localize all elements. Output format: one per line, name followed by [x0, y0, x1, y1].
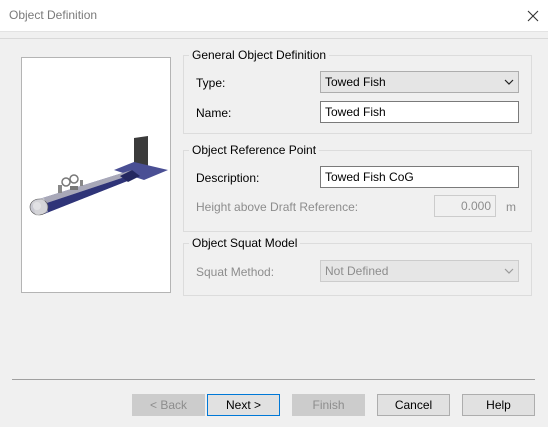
- type-value: Towed Fish: [325, 75, 386, 89]
- chevron-down-icon: [504, 79, 514, 85]
- height-label: Height above Draft Reference:: [196, 200, 359, 214]
- general-group-title: General Object Definition: [189, 48, 330, 62]
- description-label: Description:: [196, 171, 260, 185]
- frame-line: [0, 38, 548, 39]
- chevron-down-icon: [504, 268, 514, 274]
- cancel-button[interactable]: Cancel: [377, 394, 450, 416]
- close-button[interactable]: [518, 0, 548, 31]
- towed-fish-illustration: [29, 136, 168, 216]
- name-label: Name:: [196, 106, 232, 120]
- name-input[interactable]: Towed Fish: [320, 101, 519, 123]
- height-unit: m: [506, 200, 516, 214]
- description-input[interactable]: Towed Fish CoG: [320, 166, 519, 188]
- title-bar: Object Definition: [0, 0, 548, 32]
- help-button[interactable]: Help: [462, 394, 535, 416]
- squat-method-value: Not Defined: [325, 264, 389, 278]
- squat-method-dropdown: Not Defined: [320, 260, 519, 282]
- height-input: 0.000: [434, 195, 496, 217]
- finish-button: Finish: [292, 394, 365, 416]
- squat-method-label: Squat Method:: [196, 265, 275, 279]
- back-button: < Back: [132, 394, 205, 416]
- object-reference-point-group: Object Reference Point: [183, 143, 532, 232]
- reference-group-title: Object Reference Point: [189, 143, 320, 157]
- button-separator: [12, 379, 535, 380]
- window-title: Object Definition: [9, 8, 98, 22]
- squat-group-title: Object Squat Model: [189, 236, 301, 250]
- next-button[interactable]: Next >: [207, 394, 280, 416]
- type-label: Type:: [196, 76, 226, 90]
- close-icon: [527, 10, 539, 21]
- type-dropdown[interactable]: Towed Fish: [320, 71, 519, 93]
- object-preview-image: [21, 57, 171, 293]
